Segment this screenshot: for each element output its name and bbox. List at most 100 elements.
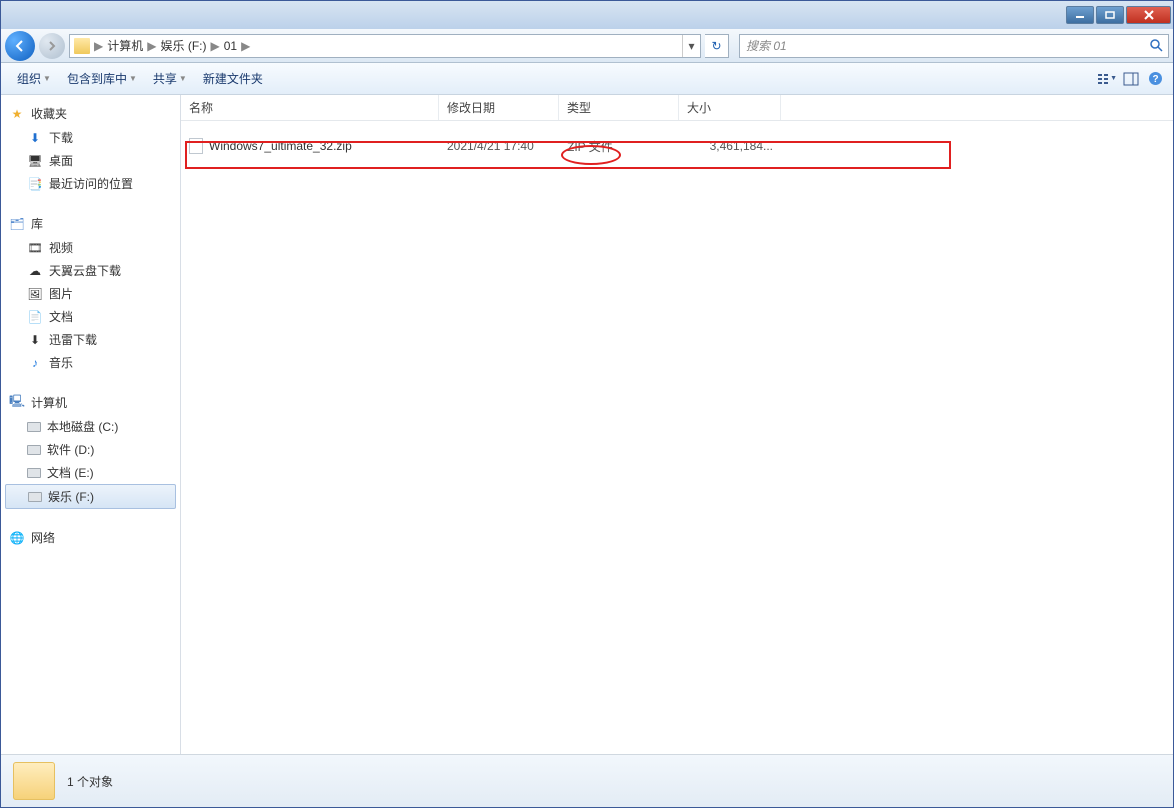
column-header-name[interactable]: 名称 bbox=[181, 95, 439, 120]
address-dropdown-icon[interactable]: ▾ bbox=[682, 35, 700, 57]
minimize-button[interactable] bbox=[1066, 6, 1094, 24]
sidebar-item-documents[interactable]: 📄 文档 bbox=[1, 305, 180, 328]
favorites-group[interactable]: ★ 收藏夹 bbox=[1, 101, 180, 126]
sidebar-item-music[interactable]: ♪ 音乐 bbox=[1, 351, 180, 374]
breadcrumb-drive[interactable]: 娱乐 (F:) bbox=[156, 37, 210, 54]
file-row[interactable]: Windows7_ultimate_32.zip 2021/4/21 17:40… bbox=[181, 135, 1173, 157]
nav-label: 最近访问的位置 bbox=[49, 175, 133, 192]
titlebar bbox=[1, 1, 1173, 29]
address-bar[interactable]: ▶ 计算机 ▶ 娱乐 (F:) ▶ 01 ▶ ▾ bbox=[69, 34, 701, 58]
sidebar-item-pictures[interactable]: 🖼 图片 bbox=[1, 282, 180, 305]
desktop-icon: 🖥 bbox=[27, 153, 43, 169]
sidebar-item-videos[interactable]: 🎞 视频 bbox=[1, 236, 180, 259]
nav-label: 库 bbox=[31, 215, 43, 232]
file-type: ZIP 文件 bbox=[559, 138, 679, 155]
nav-label: 音乐 bbox=[49, 354, 73, 371]
nav-label: 网络 bbox=[31, 529, 55, 546]
nav-label: 下载 bbox=[49, 129, 73, 146]
breadcrumb-computer[interactable]: 计算机 bbox=[103, 37, 147, 54]
file-name: Windows7_ultimate_32.zip bbox=[209, 139, 352, 153]
help-button[interactable]: ? bbox=[1145, 69, 1165, 89]
download-icon: ⬇ bbox=[27, 130, 43, 146]
nav-label: 文档 bbox=[49, 308, 73, 325]
new-folder-button[interactable]: 新建文件夹 bbox=[195, 63, 271, 94]
nav-label: 文档 (E:) bbox=[47, 464, 94, 481]
libraries-group[interactable]: 🗂 库 bbox=[1, 211, 180, 236]
column-header-size[interactable]: 大小 bbox=[679, 95, 781, 120]
crumb-sep-icon: ▶ bbox=[241, 39, 250, 53]
sidebar-item-drive-e[interactable]: 文档 (E:) bbox=[1, 461, 180, 484]
forward-button[interactable] bbox=[39, 33, 65, 59]
sidebar-item-recent[interactable]: 📑 最近访问的位置 bbox=[1, 172, 180, 195]
file-size: 3,461,184... bbox=[679, 139, 781, 153]
folder-icon bbox=[74, 38, 90, 54]
file-icon bbox=[189, 138, 203, 154]
back-button[interactable] bbox=[5, 31, 35, 61]
sidebar-item-xunlei[interactable]: ⬇ 迅雷下载 bbox=[1, 328, 180, 351]
column-header-type[interactable]: 类型 bbox=[559, 95, 679, 120]
sidebar-item-drive-f[interactable]: 娱乐 (F:) bbox=[5, 484, 176, 509]
svg-text:?: ? bbox=[1152, 74, 1158, 85]
sidebar-item-desktop[interactable]: 🖥 桌面 bbox=[1, 149, 180, 172]
include-in-library-menu[interactable]: 包含到库中 ▼ bbox=[59, 63, 145, 94]
document-icon: 📄 bbox=[27, 309, 43, 325]
nav-label: 娱乐 (F:) bbox=[48, 488, 94, 505]
preview-pane-button[interactable] bbox=[1121, 69, 1141, 89]
toolbar-label: 组织 bbox=[17, 70, 41, 87]
crumb-sep-icon: ▶ bbox=[147, 39, 156, 53]
crumb-sep-icon: ▶ bbox=[94, 39, 103, 53]
toolbar-label: 包含到库中 bbox=[67, 70, 127, 87]
navigation-bar: ▶ 计算机 ▶ 娱乐 (F:) ▶ 01 ▶ ▾ ↻ bbox=[1, 29, 1173, 63]
status-text: 1 个对象 bbox=[67, 773, 113, 790]
drive-icon bbox=[28, 492, 42, 502]
computer-group[interactable]: 🖳 计算机 bbox=[1, 390, 180, 415]
file-list-area: 名称 修改日期 类型 大小 Windows7_ultimate_32.zip 2… bbox=[181, 95, 1173, 754]
cloud-icon: ☁ bbox=[27, 263, 43, 279]
organize-menu[interactable]: 组织 ▼ bbox=[9, 63, 59, 94]
column-headers: 名称 修改日期 类型 大小 bbox=[181, 95, 1173, 121]
body: ★ 收藏夹 ⬇ 下载 🖥 桌面 📑 最近访问的位置 🗂 库 🎞 bbox=[1, 95, 1173, 755]
nav-label: 收藏夹 bbox=[31, 105, 67, 122]
nav-label: 桌面 bbox=[49, 152, 73, 169]
library-icon: 🗂 bbox=[9, 216, 25, 232]
drive-icon bbox=[27, 422, 41, 432]
crumb-sep-icon: ▶ bbox=[210, 39, 219, 53]
maximize-button[interactable] bbox=[1096, 6, 1124, 24]
pictures-icon: 🖼 bbox=[27, 286, 43, 302]
download-icon: ⬇ bbox=[27, 332, 43, 348]
nav-label: 软件 (D:) bbox=[47, 441, 94, 458]
video-icon: 🎞 bbox=[27, 240, 43, 256]
explorer-window: ▶ 计算机 ▶ 娱乐 (F:) ▶ 01 ▶ ▾ ↻ 组织 ▼ 包含到库中 ▼ bbox=[0, 0, 1174, 808]
toolbar: 组织 ▼ 包含到库中 ▼ 共享 ▼ 新建文件夹 ▼ ? bbox=[1, 63, 1173, 95]
chevron-down-icon: ▼ bbox=[43, 74, 51, 83]
nav-label: 天翼云盘下载 bbox=[49, 262, 121, 279]
sidebar-item-tianyi[interactable]: ☁ 天翼云盘下载 bbox=[1, 259, 180, 282]
sidebar-item-downloads[interactable]: ⬇ 下载 bbox=[1, 126, 180, 149]
view-options-button[interactable]: ▼ bbox=[1097, 69, 1117, 89]
sidebar-item-drive-d[interactable]: 软件 (D:) bbox=[1, 438, 180, 461]
refresh-button[interactable]: ↻ bbox=[705, 34, 729, 58]
nav-label: 迅雷下载 bbox=[49, 331, 97, 348]
search-box bbox=[739, 34, 1169, 58]
breadcrumb-folder[interactable]: 01 bbox=[220, 39, 241, 53]
toolbar-label: 新建文件夹 bbox=[203, 70, 263, 87]
drive-icon bbox=[27, 468, 41, 478]
toolbar-label: 共享 bbox=[153, 70, 177, 87]
chevron-down-icon: ▼ bbox=[179, 74, 187, 83]
navigation-pane: ★ 收藏夹 ⬇ 下载 🖥 桌面 📑 最近访问的位置 🗂 库 🎞 bbox=[1, 95, 181, 754]
folder-icon bbox=[13, 762, 55, 800]
column-header-date[interactable]: 修改日期 bbox=[439, 95, 559, 120]
close-button[interactable] bbox=[1126, 6, 1171, 24]
chevron-down-icon: ▼ bbox=[129, 74, 137, 83]
file-date: 2021/4/21 17:40 bbox=[439, 139, 559, 153]
network-group[interactable]: 🌐 网络 bbox=[1, 525, 180, 550]
computer-icon: 🖳 bbox=[9, 395, 25, 411]
sidebar-item-drive-c[interactable]: 本地磁盘 (C:) bbox=[1, 415, 180, 438]
nav-label: 图片 bbox=[49, 285, 73, 302]
network-icon: 🌐 bbox=[9, 530, 25, 546]
share-menu[interactable]: 共享 ▼ bbox=[145, 63, 195, 94]
search-input[interactable] bbox=[740, 39, 1144, 53]
drive-icon bbox=[27, 445, 41, 455]
search-icon[interactable] bbox=[1144, 35, 1168, 57]
nav-label: 计算机 bbox=[31, 394, 67, 411]
